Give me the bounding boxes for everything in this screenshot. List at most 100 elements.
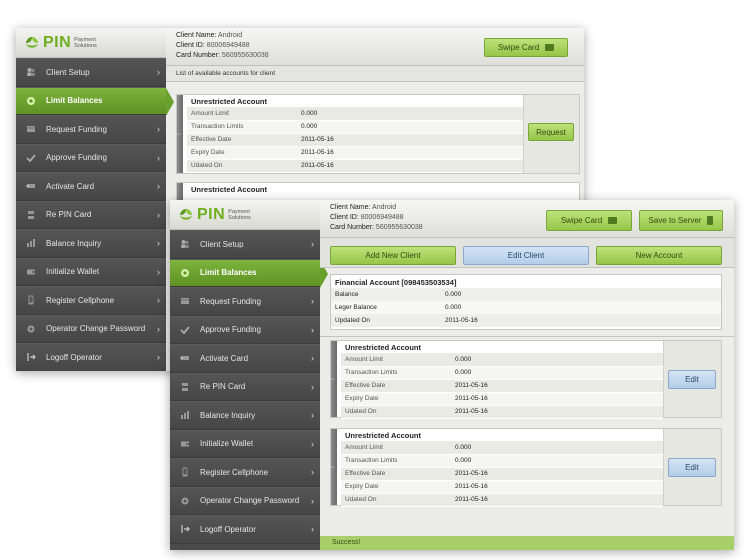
row-key: Expiry Date [187,146,297,160]
nav-item-request-funding[interactable]: Request Funding › [170,287,320,316]
account-table: Amount Limit 0.000 Transaction Limits 0.00… [187,107,523,173]
logout-icon [180,524,190,534]
card-icon [26,181,36,191]
chevron-right-icon: › [311,495,314,506]
nav-label: Register Cellphone [200,467,269,477]
logo: PIN Payment Solutions [170,200,320,230]
drag-handle[interactable] [331,341,337,417]
pin-icon [26,210,36,220]
nav-label: Activate Card [200,353,249,363]
front-window: PIN Payment Solutions Client Setup › Limi… [170,200,734,550]
nav-item-register-cellphone[interactable]: Register Cellphone › [170,458,320,487]
drag-handle[interactable] [177,95,183,173]
swipe-card-button[interactable]: Swipe Card [546,210,632,231]
nav-item-initialize-wallet[interactable]: Initialize Wallet › [170,429,320,458]
check-icon [26,153,36,163]
chevron-right-icon: › [157,181,160,192]
nav-item-approve-funding[interactable]: Approve Funding › [16,143,166,172]
table-row: Expiry Date 2011-05-16 [341,392,663,406]
swipe-card-button[interactable]: Swipe Card [484,38,568,57]
balance-icon [180,268,190,278]
account-action-panel: Edit [663,429,721,505]
table-row: Amount Limit 0.000 [187,107,523,121]
chevron-right-icon: › [311,524,314,535]
nav-item-request-funding[interactable]: Request Funding › [16,115,166,144]
leaf-logo-icon [24,35,40,51]
check-icon [180,325,190,335]
row-key: Updated On [331,314,441,327]
row-key: Transaction Limits [341,366,451,380]
row-key: Expiry Date [341,392,451,406]
client-id-value: 80006949488 [206,42,250,49]
table-row: Transaction Limits 0.000 [187,120,523,134]
nav-item-initialize-wallet[interactable]: Initialize Wallet › [16,257,166,286]
row-value: 0.000 [451,353,663,367]
nav-item-client-setup[interactable]: Client Setup › [170,230,320,259]
account-title: Unrestricted Account [191,185,267,194]
nav-item-operator-change-password[interactable]: Operator Change Password › [170,486,320,515]
table-row: Expiry Date 2011-05-16 [187,146,523,160]
row-key: Amount Limit [341,353,451,367]
nav-item-operator-change-password[interactable]: Operator Change Password › [16,314,166,343]
chart-icon [26,238,36,248]
nav-item-logoff-operator[interactable]: Logoff Operator › [16,343,166,371]
nav-label: Limit Balances [200,268,257,278]
request-button[interactable]: Request [528,123,574,141]
nav-item-approve-funding[interactable]: Approve Funding › [170,315,320,344]
nav-label: Initialize Wallet [46,267,100,277]
wallet-icon [180,439,190,449]
row-key: Transaction Limits [187,120,297,134]
phone-icon [180,467,190,477]
chevron-right-icon: › [157,238,160,249]
leaf-logo-icon [178,207,194,223]
row-key: Amount Limit [341,441,451,455]
add-new-client-button[interactable]: Add New Client [330,246,456,265]
save-to-server-button[interactable]: Save to Server [639,210,723,231]
card-number-value: 560955630038 [375,224,423,231]
funding-icon [180,296,190,306]
chevron-right-icon: › [311,410,314,421]
logo-subtitle: Payment Solutions [228,208,251,221]
nav-item-balance-inquiry[interactable]: Balance Inquiry › [16,229,166,258]
row-key: Effective Date [187,133,297,147]
row-value: 2011-05-16 [451,493,663,507]
nav-item-register-cellphone[interactable]: Register Cellphone › [16,286,166,315]
chevron-right-icon: › [157,152,160,163]
table-row: Effective Date 2011-05-16 [341,379,663,393]
chevron-right-icon: › [157,209,160,220]
row-value: 0.000 [297,120,523,134]
nav-item-limit-balances[interactable]: Limit Balances [16,86,174,115]
logo-text: PIN [197,205,226,223]
account-action-panel: Request [523,95,579,173]
nav-item-client-setup[interactable]: Client Setup › [16,58,166,87]
nav-item-re-pin-card[interactable]: Re PIN Card › [16,200,166,229]
logo-text: PIN [43,33,72,51]
table-row: Transaction Limits 0.000 [341,366,663,380]
new-account-button[interactable]: New Account [596,246,722,265]
drag-handle[interactable] [331,429,337,505]
table-row: Expiry Date 2011-05-16 [341,480,663,494]
action-bar: Add New Client Edit Client New Account [320,238,734,268]
nav-item-activate-card[interactable]: Activate Card › [16,172,166,201]
edit-account-button[interactable]: Edit [668,458,716,477]
edit-client-button[interactable]: Edit Client [463,246,589,265]
nav-item-logoff-operator[interactable]: Logoff Operator › [170,515,320,544]
client-id-label: Client ID: [330,214,359,221]
nav-item-balance-inquiry[interactable]: Balance Inquiry › [170,401,320,430]
table-row: Leger Balance 0.000 [331,301,721,314]
row-value: 0.000 [451,366,663,380]
account-action-panel: Edit [663,341,721,417]
row-key: Amount Limit [187,107,297,121]
nav-item-limit-balances[interactable]: Limit Balances [170,258,328,287]
chevron-right-icon: › [311,438,314,449]
row-value: 2011-05-16 [451,379,663,393]
nav-item-activate-card[interactable]: Activate Card › [170,344,320,373]
chevron-right-icon: › [157,352,160,363]
row-value: 2011-05-16 [297,133,523,147]
edit-account-button[interactable]: Edit [668,370,716,389]
row-key: Leger Balance [331,301,441,314]
save-to-server-label: Save to Server [648,216,702,225]
row-key: Udated On [187,159,297,173]
nav-item-re-pin-card[interactable]: Re PIN Card › [170,372,320,401]
nav-label: Activate Card [46,181,95,191]
